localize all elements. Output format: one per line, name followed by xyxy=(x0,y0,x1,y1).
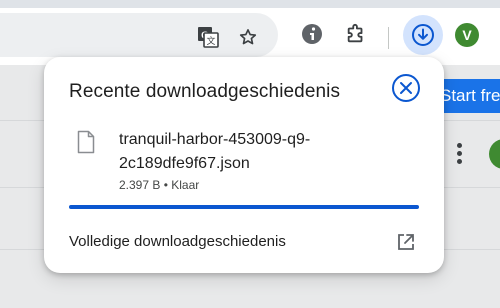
download-icon xyxy=(412,24,434,46)
address-bar[interactable]: G 文 xyxy=(0,13,278,57)
full-history-link[interactable]: Volledige downloadgeschiedenis xyxy=(69,233,286,250)
more-options-icon[interactable] xyxy=(455,143,463,165)
open-in-new-icon[interactable] xyxy=(396,232,416,252)
file-icon xyxy=(77,130,95,154)
puzzle-icon[interactable] xyxy=(343,21,369,47)
close-icon xyxy=(400,82,412,94)
avatar xyxy=(489,139,500,169)
svg-text:文: 文 xyxy=(206,35,215,47)
translate-icon[interactable]: G 文 xyxy=(197,26,219,48)
download-button[interactable] xyxy=(403,15,443,55)
toolbar-divider xyxy=(388,27,389,49)
close-button[interactable] xyxy=(392,74,420,102)
file-name: tranquil-harbor-453009-q9-2c189dfe9f67.j… xyxy=(119,131,311,172)
avatar[interactable]: V xyxy=(455,23,479,47)
start-button[interactable]: Start fre xyxy=(436,79,500,113)
popup-title: Recente downloadgeschiedenis xyxy=(69,81,341,102)
extension-info-icon[interactable] xyxy=(299,21,325,47)
browser-window: G 文 xyxy=(0,0,500,308)
download-progress-bar xyxy=(69,205,419,209)
download-bubble: Recente downloadgeschiedenis tranquil-ha… xyxy=(44,57,444,273)
tab-strip xyxy=(0,0,500,8)
file-meta: 2.397 B • Klaar xyxy=(119,178,200,192)
star-icon[interactable] xyxy=(237,26,259,48)
